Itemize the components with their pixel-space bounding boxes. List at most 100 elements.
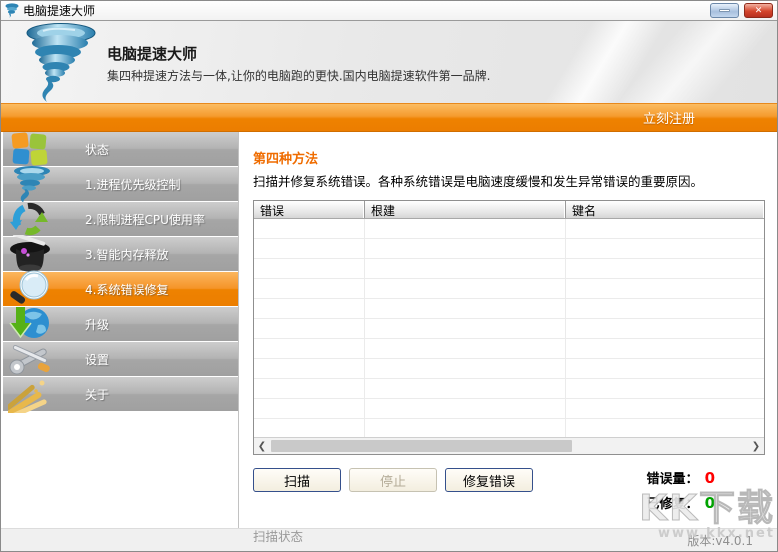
stop-button[interactable]: 停止	[349, 468, 437, 492]
tornado-icon	[8, 165, 60, 203]
error-count-label: 错误量：	[647, 472, 699, 487]
main-panel: 第四种方法 扫描并修复系统错误。各种系统错误是电脑速度缓慢和发生异常错误的重要原…	[238, 132, 777, 528]
table-cell	[254, 339, 365, 359]
scan-status-text: 扫描状态	[253, 526, 765, 545]
table-cell	[365, 239, 566, 259]
table-cell	[566, 319, 764, 339]
minimize-icon	[719, 9, 730, 12]
table-cell	[254, 279, 365, 299]
fix-errors-button[interactable]: 修复错误	[445, 468, 533, 492]
table-cell	[365, 419, 566, 437]
sidebar-item-label: 关于	[85, 386, 109, 403]
error-table-body[interactable]	[254, 219, 764, 437]
sidebar-item-status[interactable]: 状态	[3, 132, 238, 166]
title-bar[interactable]: 电脑提速大师 ✕	[1, 1, 777, 21]
counters: 错误量： 0 已修复： 0	[647, 468, 715, 518]
table-cell	[365, 399, 566, 419]
table-cell	[365, 379, 566, 399]
error-count-value: 0	[705, 469, 715, 487]
table-cell	[566, 219, 764, 239]
table-row	[254, 259, 764, 279]
close-button[interactable]: ✕	[744, 3, 773, 18]
error-table: 错误 根建 键名 ❮ ❯	[253, 200, 765, 455]
banner-title: 电脑提速大师	[107, 43, 490, 64]
table-cell	[365, 219, 566, 239]
table-row	[254, 359, 764, 379]
recycle-icon	[8, 200, 60, 238]
scroll-left-icon[interactable]: ❮	[254, 439, 270, 454]
table-row	[254, 339, 764, 359]
sidebar-item-upgrade[interactable]: 升级	[3, 307, 238, 341]
about-icon	[8, 375, 60, 413]
sidebar-item-label: 升级	[85, 316, 109, 333]
column-header-rootkey[interactable]: 根建	[365, 201, 566, 218]
register-bar: 立刻注册	[1, 103, 777, 132]
sidebar-item-memory-release[interactable]: 3.智能内存释放	[3, 237, 238, 271]
table-cell	[566, 259, 764, 279]
app-window: 电脑提速大师 ✕	[0, 0, 778, 552]
table-cell	[566, 419, 764, 437]
table-cell	[365, 299, 566, 319]
table-cell	[365, 339, 566, 359]
horizontal-scrollbar[interactable]: ❮ ❯	[254, 437, 764, 454]
tools-icon	[8, 340, 60, 378]
fixed-count-label: 已修复：	[647, 497, 699, 512]
sidebar-item-process-priority[interactable]: 1.进程优先级控制	[3, 167, 238, 201]
sidebar-item-about[interactable]: 关于	[3, 377, 238, 411]
sidebar-item-label: 4.系统错误修复	[85, 281, 168, 298]
sidebar-item-error-fix[interactable]: 4.系统错误修复	[3, 272, 238, 306]
method-description: 扫描并修复系统错误。各种系统错误是电脑速度缓慢和发生异常错误的重要原因。	[253, 171, 765, 190]
table-row	[254, 219, 764, 239]
table-cell	[566, 279, 764, 299]
table-cell	[365, 359, 566, 379]
magnifier-icon	[8, 270, 60, 308]
sidebar-item-cpu-limit[interactable]: 2.限制进程CPU使用率	[3, 202, 238, 236]
table-cell	[254, 379, 365, 399]
scrollbar-thumb[interactable]	[271, 440, 572, 452]
table-cell	[254, 419, 365, 437]
sidebar-item-label: 3.智能内存释放	[85, 246, 168, 263]
sidebar-item-label: 设置	[85, 351, 109, 368]
error-table-header: 错误 根建 键名	[254, 201, 764, 219]
scan-button[interactable]: 扫描	[253, 468, 341, 492]
table-row	[254, 419, 764, 437]
magic-hat-icon	[8, 235, 60, 273]
table-cell	[254, 299, 365, 319]
sidebar-item-label: 2.限制进程CPU使用率	[85, 211, 205, 228]
table-cell	[566, 399, 764, 419]
scroll-right-icon[interactable]: ❯	[748, 439, 764, 454]
minimize-button[interactable]	[710, 3, 739, 18]
table-cell	[566, 299, 764, 319]
table-row	[254, 379, 764, 399]
register-link[interactable]: 立刻注册	[643, 108, 777, 127]
table-cell	[566, 359, 764, 379]
table-row	[254, 399, 764, 419]
globe-download-icon	[8, 305, 60, 343]
table-cell	[566, 379, 764, 399]
table-cell	[254, 319, 365, 339]
table-cell	[566, 339, 764, 359]
tornado-logo	[23, 23, 99, 103]
table-row	[254, 299, 764, 319]
header-banner: 电脑提速大师 集四种提速方法与一体,让你的电脑跑的更快.国内电脑提速软件第一品牌…	[1, 21, 777, 103]
error-count-row: 错误量： 0	[647, 468, 715, 487]
sidebar-item-settings[interactable]: 设置	[3, 342, 238, 376]
windows-icon	[8, 130, 60, 168]
sidebar: 状态 1.进程优先级控制	[1, 132, 238, 528]
body: 状态 1.进程优先级控制	[1, 132, 777, 528]
column-header-keyname[interactable]: 键名	[566, 201, 764, 218]
table-cell	[365, 319, 566, 339]
banner-text: 电脑提速大师 集四种提速方法与一体,让你的电脑跑的更快.国内电脑提速软件第一品牌…	[107, 43, 490, 84]
action-row: 扫描 停止 修复错误 错误量： 0 已修复： 0	[253, 468, 765, 518]
table-cell	[254, 399, 365, 419]
table-row	[254, 239, 764, 259]
table-cell	[254, 219, 365, 239]
table-cell	[365, 279, 566, 299]
banner-subtitle: 集四种提速方法与一体,让你的电脑跑的更快.国内电脑提速软件第一品牌.	[107, 67, 490, 84]
sidebar-item-label: 1.进程优先级控制	[85, 176, 180, 193]
column-header-error[interactable]: 错误	[254, 201, 365, 218]
window-title: 电脑提速大师	[23, 2, 95, 19]
method-title: 第四种方法	[253, 148, 765, 167]
table-row	[254, 279, 764, 299]
table-row	[254, 319, 764, 339]
